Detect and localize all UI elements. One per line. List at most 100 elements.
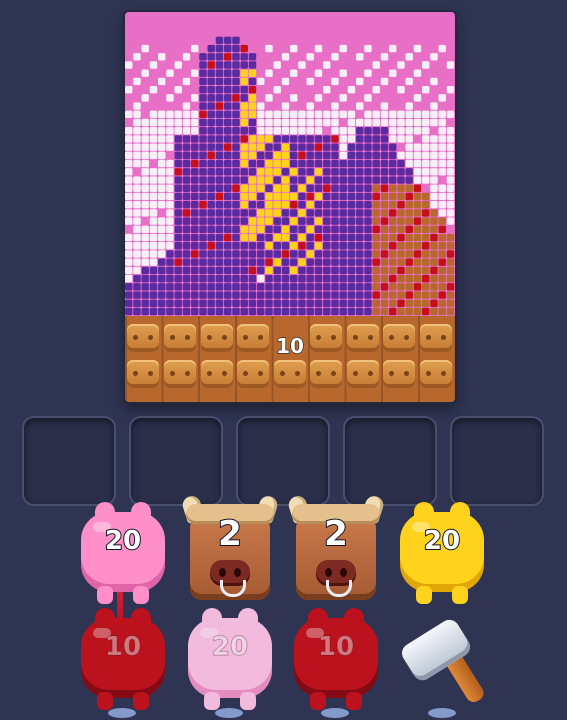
pixel-block bbox=[149, 28, 158, 36]
pixel-block bbox=[347, 192, 356, 201]
pixel-block bbox=[182, 28, 191, 36]
pixel-block bbox=[356, 143, 364, 151]
pixel-block bbox=[405, 274, 413, 283]
pixel-block bbox=[347, 143, 356, 151]
pixel-block bbox=[141, 200, 149, 209]
pixel-block bbox=[290, 217, 298, 225]
bull-shooter[interactable]: 2 bbox=[180, 493, 280, 606]
pixel-block bbox=[199, 242, 207, 250]
pixel-block bbox=[166, 176, 174, 184]
pixel-block bbox=[207, 77, 215, 86]
pixel-block bbox=[224, 77, 232, 86]
pixel-block bbox=[257, 283, 265, 291]
pig-shooter-yellow[interactable]: 20 bbox=[394, 500, 490, 610]
pixel-block bbox=[199, 291, 207, 299]
pixel-block bbox=[430, 94, 438, 102]
pixel-block bbox=[141, 307, 149, 316]
pixel-block bbox=[166, 102, 174, 110]
pixel-block bbox=[298, 159, 306, 168]
pixel-block bbox=[298, 102, 306, 110]
pixel-block bbox=[133, 159, 141, 168]
pixel-block bbox=[364, 127, 372, 135]
pixel-block bbox=[149, 127, 158, 135]
holding-slot[interactable] bbox=[129, 416, 223, 506]
pixel-block bbox=[207, 118, 215, 127]
pixel-block bbox=[158, 44, 166, 53]
pixel-block bbox=[257, 274, 265, 283]
pixel-block bbox=[191, 77, 199, 86]
pixel-block bbox=[331, 250, 339, 258]
pixel-block bbox=[446, 209, 455, 217]
pixel-block bbox=[372, 266, 380, 275]
pixel-block bbox=[248, 85, 257, 94]
pixel-block bbox=[257, 61, 265, 69]
holding-slot[interactable] bbox=[236, 416, 330, 506]
pixel-block bbox=[430, 151, 438, 160]
pixel-block bbox=[422, 28, 430, 36]
pig-shooter-red[interactable]: 10 bbox=[75, 606, 171, 716]
pixel-block bbox=[166, 209, 174, 217]
pixel-block bbox=[446, 159, 455, 168]
pixel-block bbox=[372, 258, 380, 266]
pixel-block bbox=[290, 28, 298, 36]
pixel-block bbox=[158, 143, 166, 151]
pixel-block bbox=[182, 274, 191, 283]
pixel-block bbox=[125, 266, 133, 275]
pixel-block bbox=[438, 77, 446, 86]
pixel-block bbox=[133, 61, 141, 69]
pixel-block bbox=[339, 151, 347, 160]
holding-slot[interactable] bbox=[343, 416, 437, 506]
pixel-block bbox=[191, 168, 199, 176]
pixel-block bbox=[191, 20, 199, 28]
pixel-block bbox=[298, 258, 306, 266]
pig-shooter-red[interactable]: 10 bbox=[288, 606, 384, 716]
pixel-block bbox=[240, 283, 248, 291]
pixel-block bbox=[273, 209, 281, 217]
pixel-block bbox=[281, 299, 290, 307]
pixel-block bbox=[240, 77, 248, 86]
pixel-block bbox=[331, 85, 339, 94]
bull-shooter[interactable]: 2 bbox=[286, 493, 386, 606]
pixel-block bbox=[273, 307, 281, 316]
pixel-block bbox=[182, 242, 191, 250]
pixel-block bbox=[306, 233, 314, 242]
pixel-block bbox=[389, 209, 397, 217]
pixel-block bbox=[314, 151, 323, 160]
pixel-block bbox=[232, 274, 240, 283]
pig-shooter-pink[interactable]: 20 bbox=[75, 500, 171, 610]
pixel-block bbox=[141, 184, 149, 192]
pixel-block bbox=[232, 250, 240, 258]
pig-shooter-lightpink[interactable]: 20 bbox=[182, 606, 278, 716]
pixel-block bbox=[265, 209, 273, 217]
pixel-block bbox=[125, 168, 133, 176]
holding-slot[interactable] bbox=[450, 416, 544, 506]
pixel-block bbox=[207, 36, 215, 45]
pixel-block bbox=[397, 28, 405, 36]
pixel-block bbox=[405, 168, 413, 176]
pixel-block bbox=[273, 258, 281, 266]
pixel-block bbox=[133, 94, 141, 102]
pixel-block bbox=[265, 159, 273, 168]
hammer-icon[interactable] bbox=[398, 612, 488, 712]
pixel-block bbox=[446, 217, 455, 225]
pixel-block bbox=[174, 299, 182, 307]
pixel-block bbox=[405, 151, 413, 160]
pixel-block bbox=[446, 69, 455, 77]
pixel-block bbox=[380, 233, 389, 242]
pixel-block bbox=[149, 77, 158, 86]
pixel-block bbox=[166, 291, 174, 299]
pixel-block bbox=[380, 258, 389, 266]
pixel-block bbox=[265, 307, 273, 316]
pixel-block bbox=[273, 283, 281, 291]
pixel-block bbox=[339, 209, 347, 217]
pixel-block bbox=[405, 176, 413, 184]
pixel-block bbox=[290, 85, 298, 94]
pixel-block bbox=[158, 250, 166, 258]
pixel-block bbox=[166, 94, 174, 102]
pixel-block bbox=[339, 258, 347, 266]
pixel-block bbox=[372, 168, 380, 176]
holding-slot[interactable] bbox=[22, 416, 116, 506]
pixel-block bbox=[331, 168, 339, 176]
pixel-block bbox=[174, 127, 182, 135]
pixel-block bbox=[347, 53, 356, 61]
